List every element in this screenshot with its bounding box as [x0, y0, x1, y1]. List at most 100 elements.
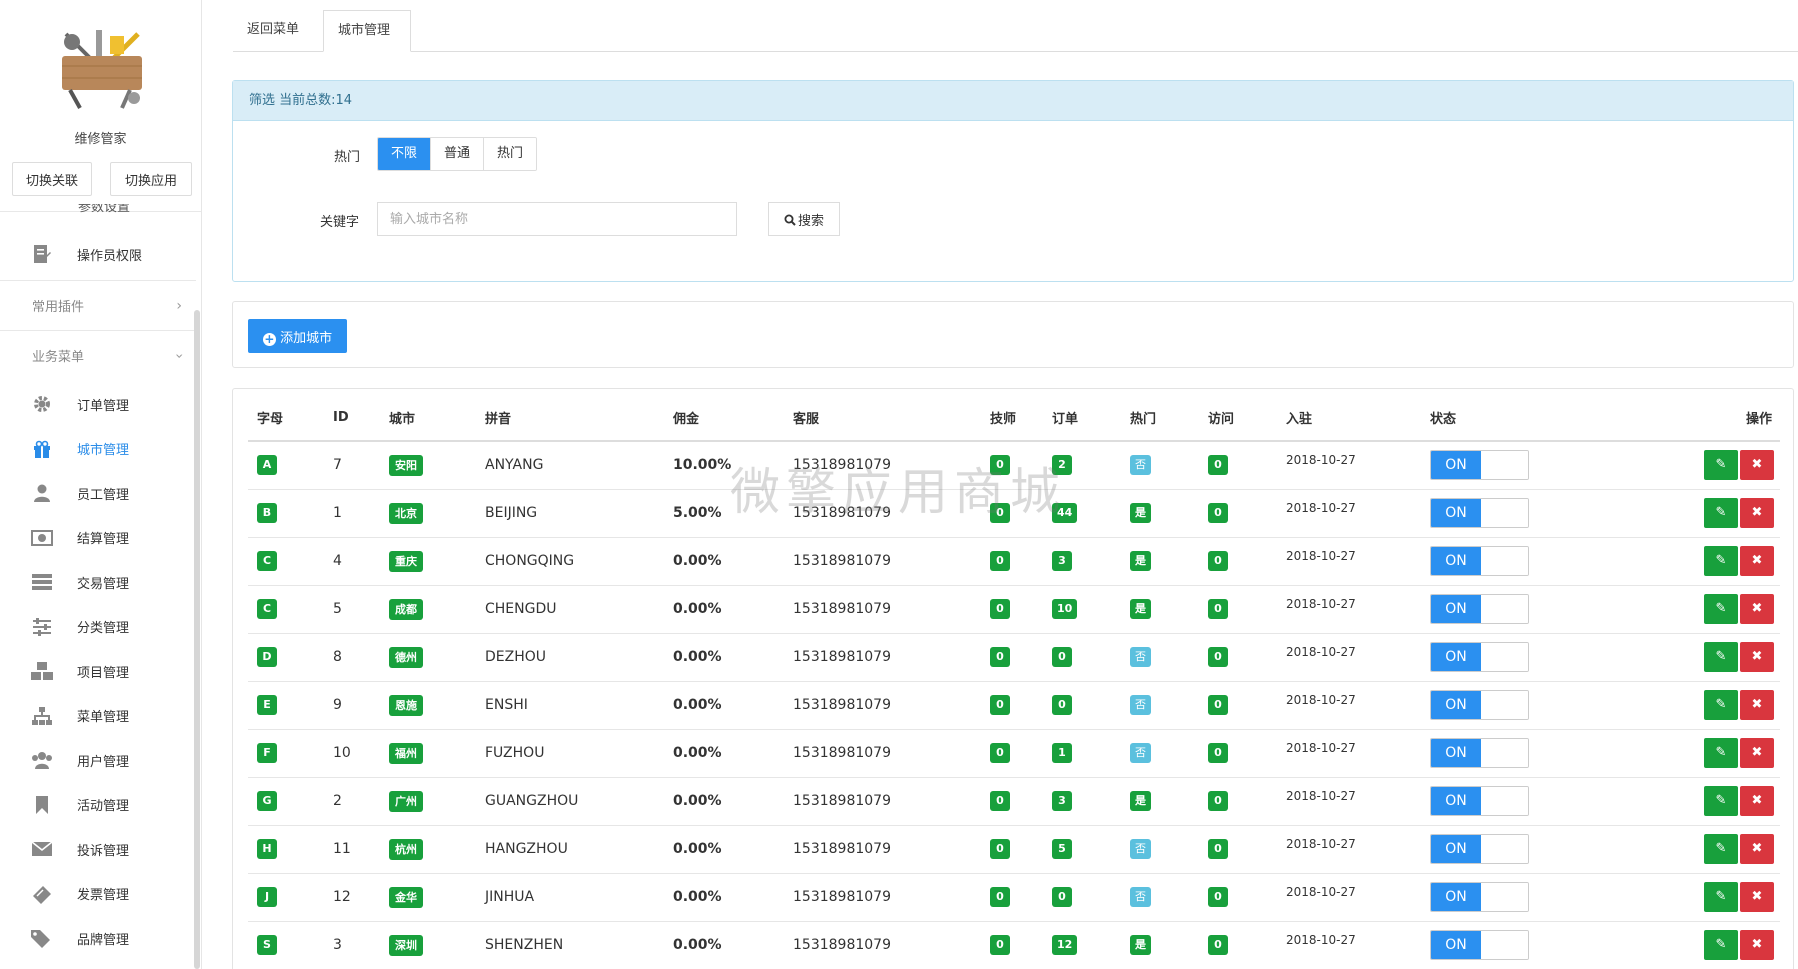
sidebar-item-cubes[interactable]: 项目管理: [0, 649, 196, 693]
add-panel: + 添加城市: [232, 301, 1794, 368]
delete-button[interactable]: ✖: [1740, 834, 1774, 864]
sidebar-item-label: 交易管理: [77, 576, 130, 592]
sidebar-item-sliders[interactable]: 分类管理: [0, 605, 196, 649]
cell-letter: H: [248, 825, 324, 874]
status-toggle[interactable]: ON: [1430, 498, 1529, 528]
table-row: C 4 重庆 CHONGQING 0.00% 15318981079 0 3 是 0 2018-10…: [248, 537, 1780, 586]
cell-pinyin: CHONGQING: [476, 537, 664, 586]
delete-button[interactable]: ✖: [1740, 930, 1774, 960]
filter-title: 筛选 当前总数:14: [233, 81, 1793, 121]
sidebar-item-operator-permissions[interactable]: 操作员权限: [0, 232, 196, 276]
sidebar-scrollbar[interactable]: [194, 310, 200, 969]
tags-icon: [29, 927, 55, 949]
keyword-input[interactable]: [377, 202, 737, 236]
delete-button[interactable]: ✖: [1740, 690, 1774, 720]
add-city-button[interactable]: + 添加城市: [248, 319, 347, 353]
status-toggle-label: ON: [1431, 883, 1481, 911]
hot-badge: 否: [1130, 695, 1151, 715]
sidebar-group-plugins[interactable]: 常用插件 ›: [0, 280, 196, 330]
cell-id: 10: [324, 729, 380, 778]
hot-option-normal[interactable]: 普通: [431, 138, 485, 170]
tab-city-management[interactable]: 城市管理: [323, 10, 411, 52]
sidebar-item-tags[interactable]: 品牌管理: [0, 916, 196, 960]
cell-id: 1: [324, 489, 380, 538]
delete-button[interactable]: ✖: [1740, 594, 1774, 624]
edit-button[interactable]: ✎: [1704, 498, 1738, 528]
close-icon: ✖: [1751, 649, 1763, 664]
delete-button[interactable]: ✖: [1740, 738, 1774, 768]
sitemap-icon: [29, 705, 55, 727]
cell-city: 德州: [380, 633, 476, 682]
status-toggle[interactable]: ON: [1430, 786, 1529, 816]
sidebar-item-server[interactable]: 交易管理: [0, 560, 196, 604]
delete-button[interactable]: ✖: [1740, 498, 1774, 528]
delete-button[interactable]: ✖: [1740, 786, 1774, 816]
status-toggle[interactable]: ON: [1430, 450, 1529, 481]
cell-status: ON: [1421, 633, 1621, 682]
sidebar-item-gift[interactable]: 城市管理: [0, 427, 196, 471]
sidebar-item-ticket[interactable]: 发票管理: [0, 872, 196, 916]
edit-button[interactable]: ✎: [1704, 834, 1738, 864]
sidebar-item-gear[interactable]: 订单管理: [0, 382, 196, 426]
sidebar-item-params-partial[interactable]: 参数设置: [32, 204, 152, 214]
edit-button[interactable]: ✎: [1704, 930, 1738, 960]
search-button[interactable]: 搜索: [768, 202, 840, 236]
status-toggle[interactable]: ON: [1430, 738, 1529, 768]
tech-count-badge: 0: [990, 599, 1010, 619]
status-toggle[interactable]: ON: [1430, 546, 1529, 576]
cell-pinyin: ANYANG: [476, 441, 664, 490]
sliders-icon: [29, 616, 55, 638]
delete-button[interactable]: ✖: [1740, 642, 1774, 672]
edit-button[interactable]: ✎: [1704, 594, 1738, 624]
status-toggle[interactable]: ON: [1430, 930, 1529, 960]
visit-count-badge: 0: [1208, 503, 1228, 523]
status-toggle[interactable]: ON: [1430, 642, 1529, 672]
sidebar-item-bookmark[interactable]: 活动管理: [0, 783, 196, 827]
status-toggle-off: [1481, 883, 1528, 911]
delete-button[interactable]: ✖: [1740, 546, 1774, 576]
edit-button[interactable]: ✎: [1704, 450, 1738, 481]
delete-button[interactable]: ✖: [1740, 450, 1774, 481]
status-toggle-label: ON: [1431, 931, 1481, 959]
cell-actions: ✎ ✖: [1621, 585, 1780, 634]
column-header: 热门: [1121, 395, 1199, 442]
sidebar-item-user[interactable]: 员工管理: [0, 471, 196, 515]
edit-button[interactable]: ✎: [1704, 738, 1738, 768]
tab-back-menu[interactable]: 返回菜单: [233, 10, 321, 52]
sidebar-item-envelope[interactable]: 投诉管理: [0, 827, 196, 871]
cell-service: 15318981079: [784, 633, 981, 682]
city-badge: 北京: [389, 502, 423, 524]
cell-commission: 0.00%: [664, 633, 784, 682]
switch-link-button[interactable]: 切换关联: [12, 162, 92, 196]
sidebar-item-sitemap[interactable]: 菜单管理: [0, 694, 196, 738]
status-toggle[interactable]: ON: [1430, 594, 1529, 624]
delete-button[interactable]: ✖: [1740, 882, 1774, 912]
sidebar-item-money[interactable]: 结算管理: [0, 516, 196, 560]
sidebar-item-label: 投诉管理: [77, 843, 130, 859]
hot-option-any[interactable]: 不限: [378, 138, 432, 170]
status-toggle[interactable]: ON: [1430, 882, 1529, 912]
edit-button[interactable]: ✎: [1704, 546, 1738, 576]
cell-status: ON: [1421, 537, 1621, 586]
edit-button[interactable]: ✎: [1704, 882, 1738, 912]
sidebar-group-business[interactable]: 业务菜单 ›: [0, 330, 196, 380]
city-badge: 德州: [389, 646, 423, 668]
column-header: 订单: [1043, 395, 1121, 442]
sidebar-item-label: 员工管理: [77, 487, 130, 503]
table-header-row: 字母 ID 城市 拼音 佣金 客服 技师 订单 热门 访问 入驻 状态 操作: [248, 395, 1780, 442]
status-toggle[interactable]: ON: [1430, 690, 1529, 720]
sidebar-item-label: 用户管理: [77, 754, 130, 770]
sidebar-item-label: 发票管理: [77, 888, 130, 903]
edit-button[interactable]: ✎: [1704, 690, 1738, 720]
cell-joined: 2018-10-27: [1277, 777, 1421, 826]
sidebar-item-users[interactable]: 用户管理: [0, 738, 196, 782]
hot-option-hot[interactable]: 热门: [484, 138, 537, 170]
envelope-icon: [29, 838, 55, 860]
cell-joined: 2018-10-27: [1277, 681, 1421, 730]
close-icon: ✖: [1751, 601, 1763, 616]
edit-button[interactable]: ✎: [1704, 642, 1738, 672]
status-toggle[interactable]: ON: [1430, 834, 1529, 864]
edit-button[interactable]: ✎: [1704, 786, 1738, 816]
status-toggle-off: [1481, 595, 1528, 623]
switch-app-button[interactable]: 切换应用: [110, 162, 192, 196]
